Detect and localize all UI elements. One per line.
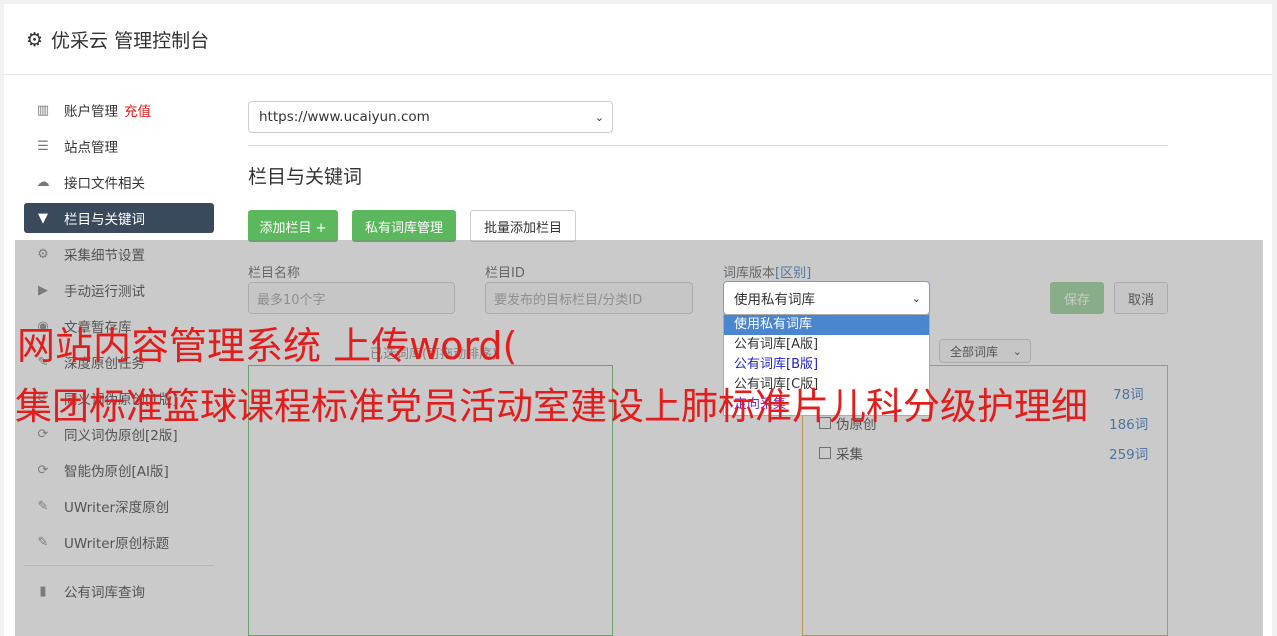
sidebar-item-label: 接口文件相关 [64, 176, 145, 192]
chevron-down-icon: ⌄ [911, 291, 921, 305]
watermark-line-2: 集团标准篮球课程标准党员活动室建设上肺标准片儿科分级护理细 [15, 385, 1088, 428]
section-title: 栏目与关键词 [248, 166, 363, 188]
lib-version-select[interactable]: 使用私有词库 ⌄ [723, 281, 930, 315]
dropdown-option-public-a[interactable]: 公有词库[A版] [724, 335, 929, 355]
cloud-upload-icon: ☁ [36, 174, 50, 190]
recharge-link[interactable]: 充值 [124, 100, 151, 120]
dropdown-option-private[interactable]: 使用私有词库 [724, 315, 929, 335]
dropdown-option-public-b[interactable]: 公有词库[B版] [724, 355, 929, 375]
bar-chart-icon: ▥ [36, 102, 50, 118]
brand: ⚙ 优采云 管理控制台 [26, 26, 209, 53]
server-icon: ☰ [37, 138, 49, 154]
watermark-line-1: 网站内容管理系统 上传word( [17, 324, 518, 368]
sidebar-item-label: 栏目与关键词 [64, 212, 145, 228]
chevron-down-icon: ⌄ [594, 110, 604, 124]
private-lib-button[interactable]: 私有词库管理 [352, 210, 456, 242]
sidebar-item-interface[interactable]: ☁ 接口文件相关 [24, 167, 214, 197]
add-column-button[interactable]: 添加栏目 + [248, 210, 338, 242]
sidebar-item-account[interactable]: ▥ 账户管理 充值 [24, 95, 214, 125]
filter-icon: ▼ [38, 210, 48, 226]
batch-add-button[interactable]: 批量添加栏目 [470, 210, 576, 242]
gear-icon: ⚙ [26, 28, 44, 51]
sidebar-item-label: 账户管理 [64, 104, 118, 120]
top-bar: ⚙ 优采云 管理控制台 [4, 4, 1272, 75]
divider [248, 145, 1168, 146]
lib-version-select-value: 使用私有词库 [734, 292, 815, 308]
modal-overlay [15, 240, 1263, 636]
sidebar-item-sites[interactable]: ☰ 站点管理 [24, 131, 214, 161]
site-select[interactable]: https://www.ucaiyun.com ⌄ [248, 101, 613, 133]
site-select-value: https://www.ucaiyun.com [259, 109, 430, 125]
sidebar-item-label: 站点管理 [64, 140, 118, 156]
sidebar-item-columns[interactable]: ▼ 栏目与关键词 [24, 203, 214, 233]
app-title: 优采云 管理控制台 [51, 30, 210, 52]
